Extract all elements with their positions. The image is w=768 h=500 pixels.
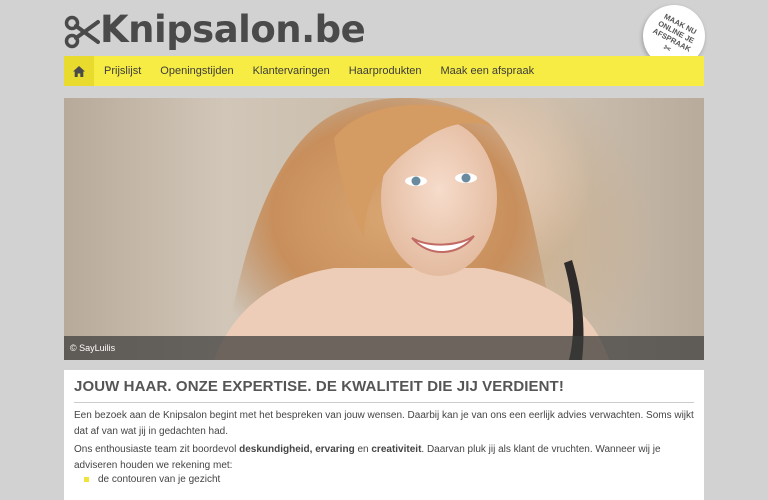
badge-scissors-icon: ✂ <box>661 41 674 55</box>
nav-item-prijslijst[interactable]: Prijslijst <box>104 65 141 77</box>
site-logo[interactable]: Knipsalon.be <box>64 8 366 52</box>
team-bold-1: deskundigheid, ervaring <box>239 444 355 455</box>
team-text-1: Ons enthousiaste team zit boordevol <box>74 444 240 455</box>
nav-item-openingstijden[interactable]: Openingstijden <box>160 65 233 77</box>
scissors-icon <box>64 15 100 49</box>
nav-item-afspraak[interactable]: Maak een afspraak <box>441 65 535 77</box>
nav-item-haarprodukten[interactable]: Haarprodukten <box>349 65 422 77</box>
home-icon <box>73 65 85 77</box>
team-paragraph: Ons enthousiaste team zit boordevol desk… <box>74 442 694 474</box>
nav-item-klantervaringen[interactable]: Klantervaringen <box>253 65 330 77</box>
photo-credit: © SayLuilis <box>64 336 704 360</box>
heading-divider <box>74 402 694 403</box>
list-item: de contouren van je gezicht <box>74 474 220 485</box>
hero-image: © SayLuilis <box>64 98 704 360</box>
hero-photo-illustration <box>214 98 609 360</box>
main-navigation: Prijslijst Openingstijden Klantervaringe… <box>64 56 704 86</box>
content-panel: JOUW HAAR. ONZE EXPERTISE. DE KWALITEIT … <box>64 370 704 500</box>
bullet-icon <box>84 477 89 482</box>
page-heading: JOUW HAAR. ONZE EXPERTISE. DE KWALITEIT … <box>74 378 564 395</box>
criteria-list: de contouren van je gezicht <box>74 474 220 485</box>
logo-text: Knipsalon.be <box>100 8 366 51</box>
list-item-text: de contouren van je gezicht <box>98 474 221 485</box>
home-button[interactable] <box>64 56 94 86</box>
team-bold-2: creativiteit <box>371 444 422 455</box>
intro-paragraph: Een bezoek aan de Knipsalon begint met h… <box>74 410 694 437</box>
team-text-2: en <box>354 444 372 455</box>
